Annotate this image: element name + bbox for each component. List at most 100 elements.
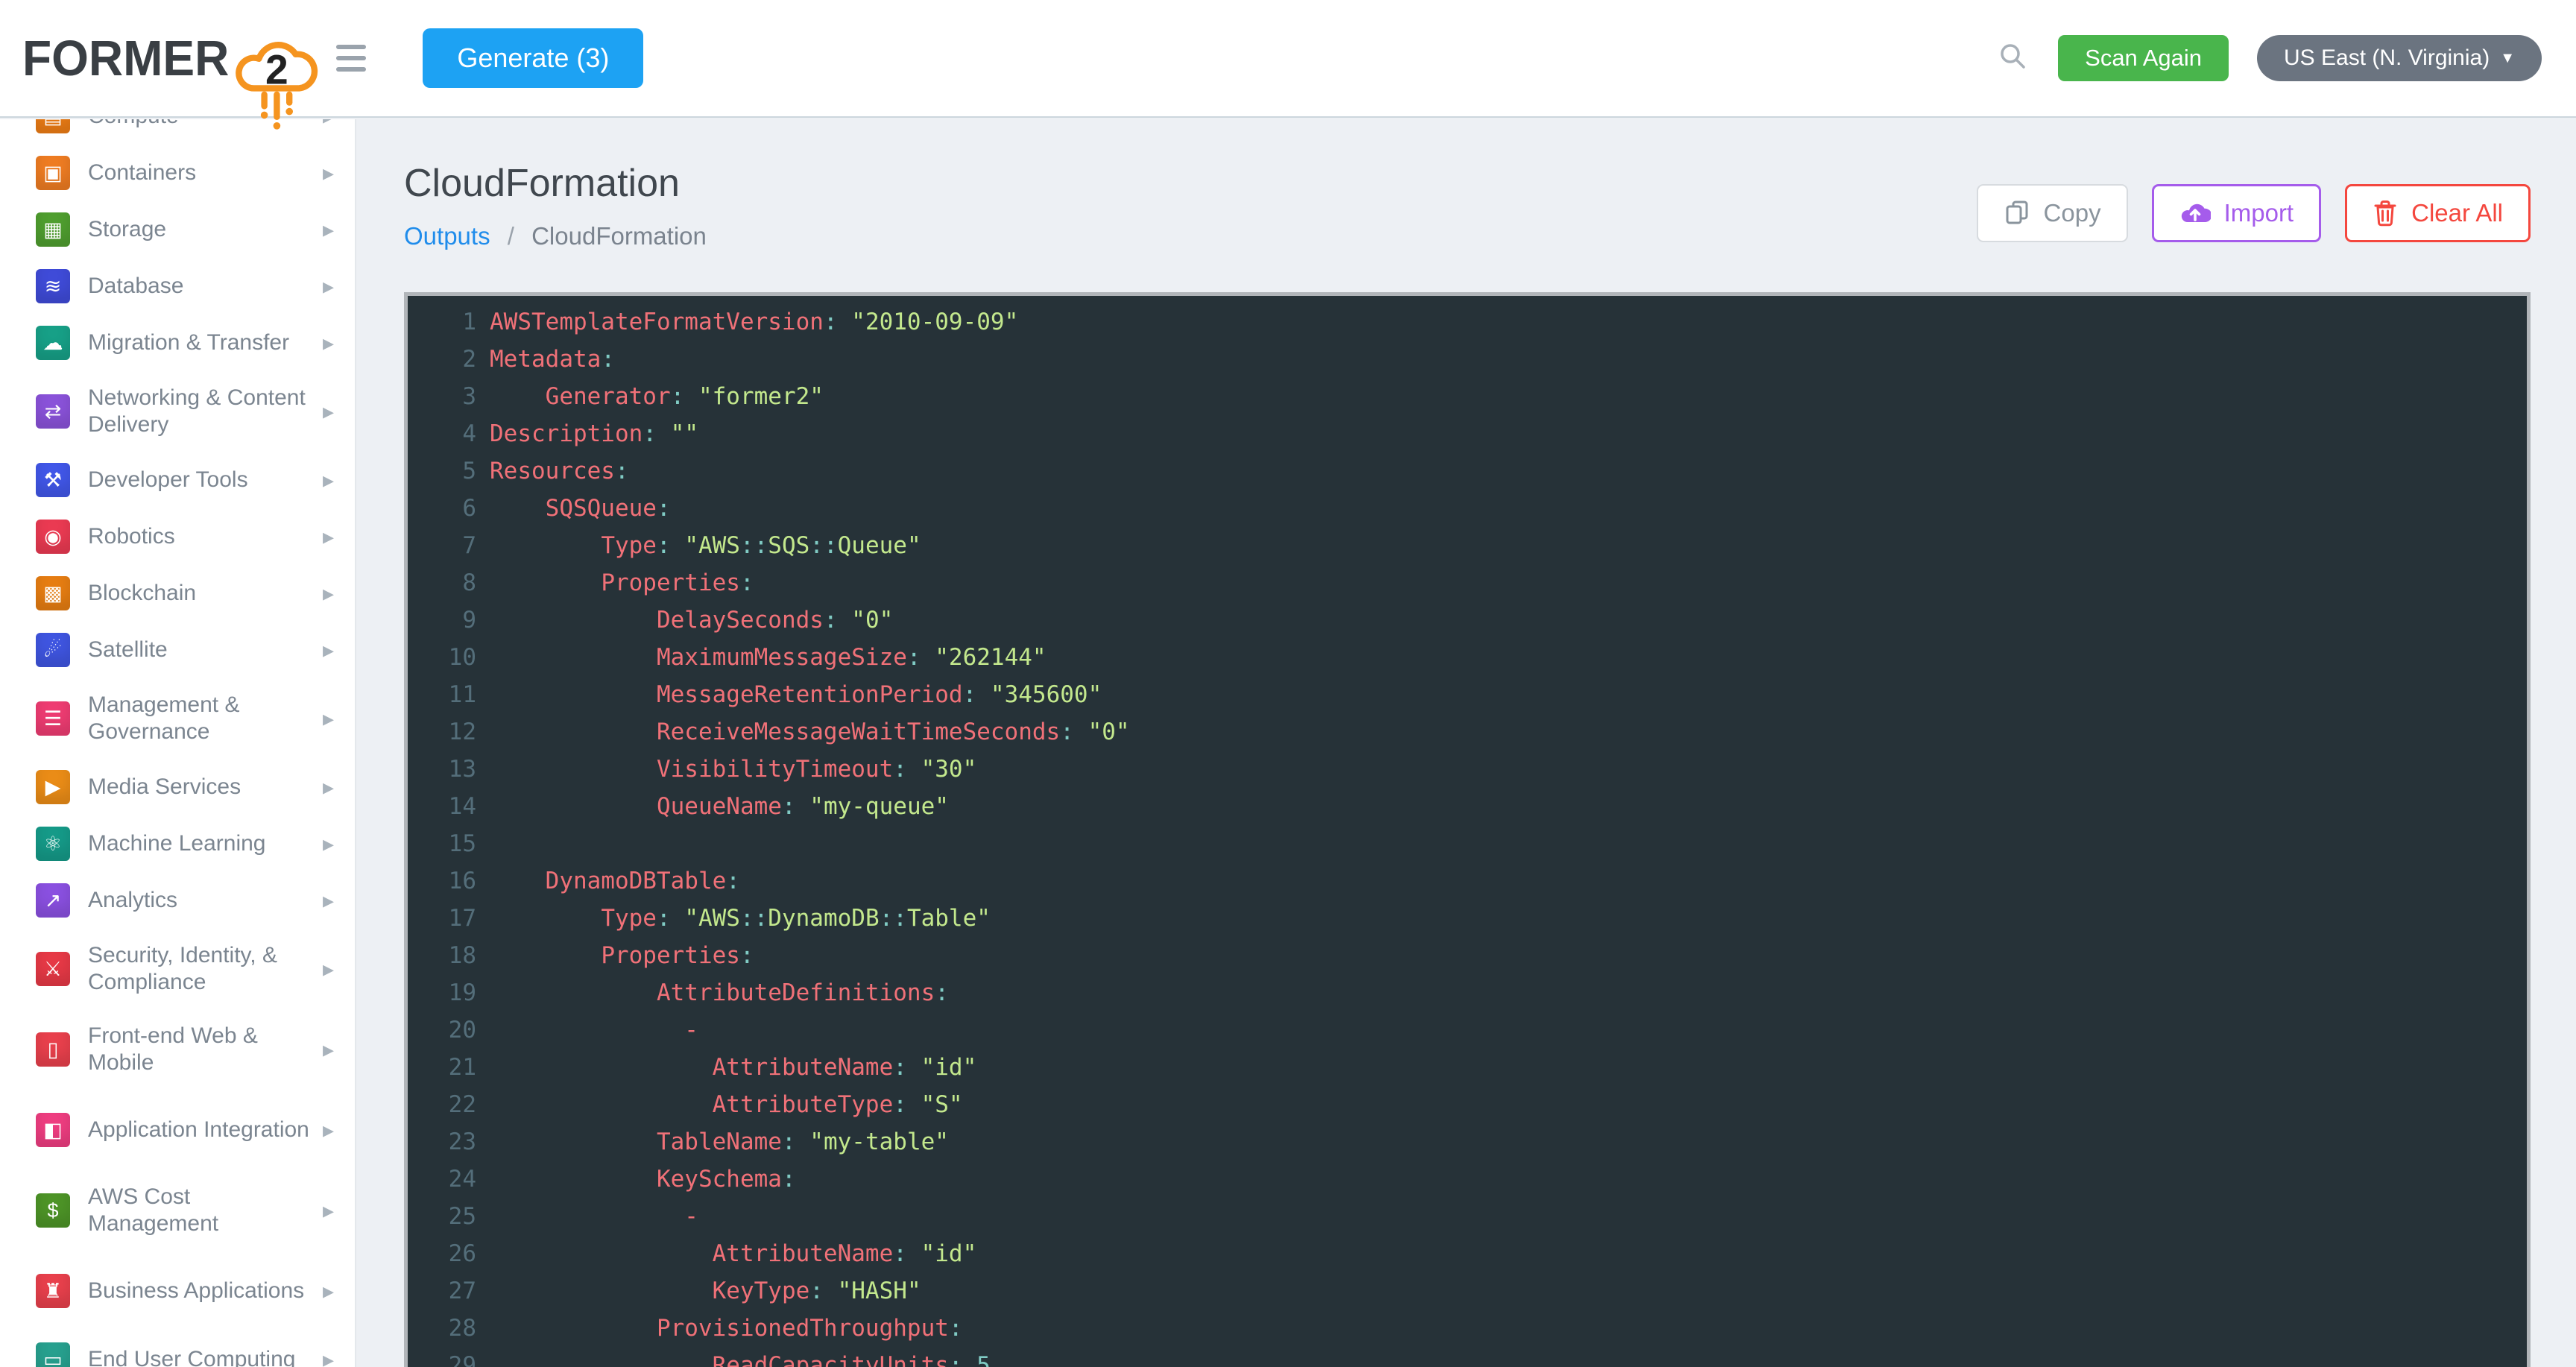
sidebar-item-storage[interactable]: ▦Storage▸: [0, 201, 355, 258]
line-number: 1: [408, 303, 479, 341]
sidebar-item-analytics[interactable]: ↗Analytics▸: [0, 872, 355, 929]
sidebar-item-label: Migration & Transfer: [88, 329, 323, 356]
code-line: 22 AttributeType: "S": [408, 1086, 2527, 1123]
end-user-computing-icon: ▭: [36, 1342, 70, 1367]
code-line: 26 AttributeName: "id": [408, 1235, 2527, 1272]
line-number: 25: [408, 1198, 479, 1235]
chevron-right-icon: ▸: [323, 1037, 334, 1063]
code-line: 4Description: "": [408, 415, 2527, 452]
code-text: SQSQueue:: [479, 490, 671, 527]
line-number: 28: [408, 1310, 479, 1347]
breadcrumb: Outputs / CloudFormation: [404, 222, 707, 250]
sidebar-item-containers[interactable]: ▣Containers▸: [0, 145, 355, 201]
code-text: -: [479, 1011, 698, 1049]
code-line: 9 DelaySeconds: "0": [408, 602, 2527, 639]
yaml-code-editor[interactable]: 1AWSTemplateFormatVersion: "2010-09-09" 2…: [404, 292, 2531, 1367]
code-line: 27 KeyType: "HASH": [408, 1272, 2527, 1310]
code-text: AttributeName: "id": [479, 1049, 976, 1086]
chevron-right-icon: ▸: [323, 1198, 334, 1224]
trash-icon: [2373, 200, 2398, 227]
code-line: 15: [408, 825, 2527, 862]
chevron-right-icon: ▸: [323, 637, 334, 663]
main-content: CloudFormation Outputs / CloudFormation …: [358, 119, 2576, 1367]
line-number: 9: [408, 602, 479, 639]
line-number: 27: [408, 1272, 479, 1310]
code-text: VisibilityTimeout: "30": [479, 751, 976, 788]
front-end-web-mobile-icon: ▯: [36, 1032, 70, 1067]
search-icon[interactable]: [1997, 40, 2030, 77]
region-dropdown[interactable]: US East (N. Virginia) ▼: [2257, 35, 2542, 81]
analytics-icon: ↗: [36, 883, 70, 918]
code-text: Resources:: [479, 452, 629, 490]
code-text: ReadCapacityUnits: 5: [479, 1347, 991, 1367]
line-number: 19: [408, 974, 479, 1011]
services-sidebar: ▤Compute▸▣Containers▸▦Storage▸≋Database▸…: [0, 119, 356, 1367]
sidebar-item-media-services[interactable]: ▶ Media Services▸: [0, 759, 355, 815]
code-line: 6 SQSQueue:: [408, 490, 2527, 527]
copy-button[interactable]: Copy: [1977, 184, 2128, 242]
chevron-right-icon: ▸: [323, 774, 334, 801]
line-number: 22: [408, 1086, 479, 1123]
sidebar-item-label: Machine Learning: [88, 830, 323, 857]
copy-icon: [2004, 200, 2030, 227]
sidebar-item-business-applications[interactable]: ♜Business Applications▸: [0, 1251, 355, 1331]
code-text: AWSTemplateFormatVersion: "2010-09-09": [479, 303, 1018, 341]
security-identity-compliance-icon: ⚔: [36, 952, 70, 986]
satellite-icon: ☄: [36, 633, 70, 667]
code-text: -: [479, 1198, 698, 1235]
sidebar-item-label: Business Applications: [88, 1278, 323, 1304]
sidebar-item-label: Media Services: [88, 774, 323, 801]
sidebar-item-machine-learning[interactable]: ⚛Machine Learning▸: [0, 815, 355, 872]
chevron-right-icon: ▸: [323, 467, 334, 493]
sidebar-item-satellite[interactable]: ☄Satellite▸: [0, 622, 355, 678]
chevron-right-icon: ▸: [323, 1278, 334, 1304]
sidebar-item-management-governance[interactable]: ☰Management & Governance▸: [0, 678, 355, 759]
code-text: [479, 825, 490, 862]
code-line: 10 MaximumMessageSize: "262144": [408, 639, 2527, 676]
chevron-right-icon: ▸: [323, 274, 334, 300]
sidebar-item-label: Front-end Web & Mobile: [88, 1023, 323, 1076]
line-number: 14: [408, 788, 479, 825]
machine-learning-icon: ⚛: [36, 827, 70, 861]
sidebar-item-database[interactable]: ≋Database▸: [0, 258, 355, 315]
import-button[interactable]: Import: [2152, 184, 2322, 242]
sidebar-item-robotics[interactable]: ◉Robotics▸: [0, 508, 355, 565]
top-header: FORMER 2 Generate (3): [0, 0, 2576, 118]
line-number: 20: [408, 1011, 479, 1049]
code-line: 18 Properties:: [408, 937, 2527, 974]
sidebar-item-label: Management & Governance: [88, 692, 323, 745]
chevron-right-icon: ▸: [323, 330, 334, 356]
sidebar-item-developer-tools[interactable]: ⚒Developer Tools▸: [0, 452, 355, 508]
sidebar-item-label: Developer Tools: [88, 467, 323, 493]
containers-icon: ▣: [36, 156, 70, 190]
line-number: 16: [408, 862, 479, 900]
scan-again-button[interactable]: Scan Again: [2058, 35, 2229, 81]
clear-all-button[interactable]: Clear All: [2345, 184, 2531, 242]
media-services-icon: ▶: [36, 770, 70, 804]
sidebar-item-front-end-web-mobile[interactable]: ▯ Front-end Web & Mobile▸: [0, 1009, 355, 1090]
code-text: ReceiveMessageWaitTimeSeconds: "0": [479, 713, 1130, 751]
sidebar-item-blockchain[interactable]: ▩Blockchain▸: [0, 565, 355, 622]
sidebar-item-application-integration[interactable]: ◧Application Integration▸: [0, 1090, 355, 1170]
code-text: KeyType: "HASH": [479, 1272, 921, 1310]
code-text: Properties:: [479, 937, 754, 974]
sidebar-item-label: AWS Cost Management: [88, 1184, 323, 1237]
code-line: 14 QueueName: "my-queue": [408, 788, 2527, 825]
generate-button[interactable]: Generate (3): [423, 28, 643, 88]
sidebar-item-end-user-computing[interactable]: ▭ End User Computing▸: [0, 1331, 355, 1367]
code-line: 20 -: [408, 1011, 2527, 1049]
code-text: Type: "AWS::SQS::Queue": [479, 527, 921, 564]
sidebar-item-networking-content-delivery[interactable]: ⇄Networking & Content Delivery▸: [0, 371, 355, 452]
chevron-right-icon: ▸: [323, 1347, 334, 1367]
sidebar-item-aws-cost-management[interactable]: $AWS Cost Management▸: [0, 1170, 355, 1251]
sidebar-item-migration-transfer[interactable]: ☁Migration & Transfer▸: [0, 315, 355, 371]
menu-hamburger-icon[interactable]: [336, 45, 366, 72]
breadcrumb-outputs-link[interactable]: Outputs: [404, 222, 490, 250]
code-line: 19 AttributeDefinitions:: [408, 974, 2527, 1011]
chevron-right-icon: ▸: [323, 399, 334, 425]
sidebar-item-label: End User Computing: [88, 1346, 323, 1367]
sidebar-item-security-identity-compliance[interactable]: ⚔Security, Identity, & Compliance▸: [0, 929, 355, 1009]
sidebar-item-label: Analytics: [88, 887, 323, 914]
line-number: 12: [408, 713, 479, 751]
application-integration-icon: ◧: [36, 1113, 70, 1147]
